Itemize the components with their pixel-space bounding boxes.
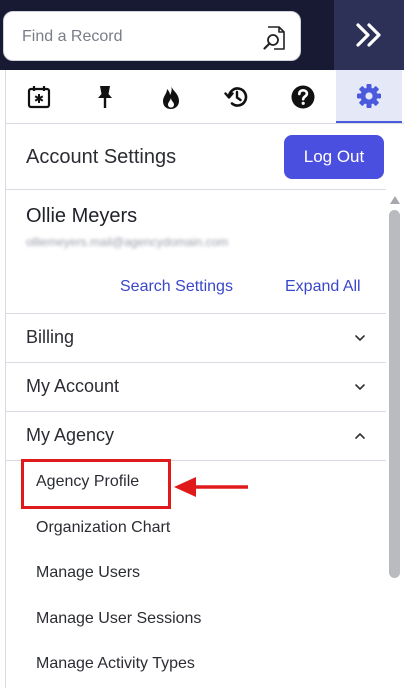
chevron-down-icon	[355, 384, 365, 390]
tab-settings[interactable]	[336, 70, 402, 123]
menu-item-organization-chart[interactable]: Organization Chart	[36, 519, 170, 537]
user-name: Ollie Meyers	[26, 205, 138, 227]
highlight-box	[21, 459, 171, 509]
scroll-up-arrow-icon[interactable]	[390, 196, 400, 204]
fire-icon	[163, 84, 179, 109]
page-title: Account Settings	[26, 146, 177, 168]
section-label: My Account	[26, 376, 120, 396]
search-settings-link[interactable]: Search Settings	[120, 278, 233, 296]
chevron-down-icon	[355, 335, 365, 341]
section-my-account[interactable]: My Account	[6, 362, 386, 411]
search-record-icon[interactable]	[262, 25, 288, 51]
icon-tab-bar	[6, 70, 404, 124]
history-icon	[224, 86, 248, 107]
tab-pinned[interactable]	[72, 70, 138, 123]
chevron-up-icon	[355, 433, 365, 439]
tab-hot[interactable]	[138, 70, 204, 123]
search-box[interactable]	[3, 11, 301, 61]
top-bar	[0, 0, 404, 70]
tab-history[interactable]	[204, 70, 270, 123]
annotation-arrow-icon	[174, 477, 248, 497]
menu-item-manage-users[interactable]: Manage Users	[36, 564, 140, 582]
expand-all-link[interactable]: Expand All	[285, 278, 361, 296]
gear-icon	[357, 83, 381, 108]
scrollbar[interactable]	[388, 196, 402, 688]
section-my-agency[interactable]: My Agency	[6, 411, 386, 460]
logout-button[interactable]: Log Out	[284, 135, 384, 179]
settings-header: Account Settings Log Out	[6, 124, 386, 190]
section-billing[interactable]: Billing	[6, 313, 386, 362]
pin-icon	[98, 85, 112, 108]
scrollbar-thumb[interactable]	[389, 210, 400, 578]
section-label: My Agency	[26, 425, 115, 445]
help-icon	[291, 85, 315, 108]
section-label: Billing	[26, 327, 75, 347]
menu-item-manage-activity-types[interactable]: Manage Activity Types	[36, 655, 195, 673]
tab-calendar[interactable]	[6, 70, 72, 123]
user-email: olliemeyers.mail@agencydomain.com	[26, 235, 229, 249]
double-chevron-right-icon	[356, 23, 381, 47]
calendar-star-icon	[27, 85, 51, 108]
menu-item-manage-user-sessions[interactable]: Manage User Sessions	[36, 610, 201, 628]
search-input[interactable]	[22, 24, 252, 50]
tab-help[interactable]	[270, 70, 336, 123]
expand-panel-button[interactable]	[334, 0, 404, 70]
